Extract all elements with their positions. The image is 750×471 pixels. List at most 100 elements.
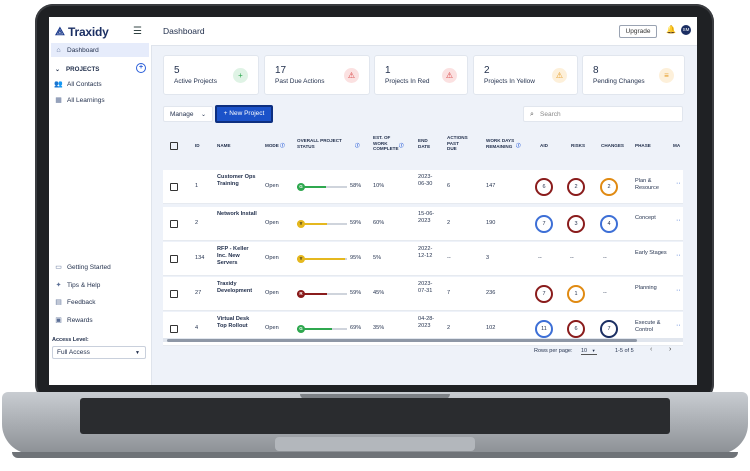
sidebar-item-tips-help[interactable]: ✦ Tips & Help [51, 278, 149, 292]
col-phase[interactable]: PHASE [635, 143, 651, 149]
table-row[interactable]: 2 Network Install Open Y 59% 60% 15-06-2023 2 19… [163, 207, 683, 241]
sidebar-item-feedback[interactable]: ▤ Feedback [51, 295, 149, 309]
upgrade-button[interactable]: Upgrade [619, 25, 657, 38]
sidebar-item-dashboard[interactable]: ⌂ Dashboard [51, 43, 149, 57]
access-level-value: Full Access [57, 349, 90, 356]
more-options-icon[interactable]: ·· [676, 322, 681, 329]
summary-card-pending-changes[interactable]: 8 Pending Changes ≡ [582, 55, 685, 95]
tips-icon: ✦ [55, 282, 62, 289]
col-aid[interactable]: AID [540, 143, 548, 149]
row-checkbox[interactable] [170, 183, 178, 191]
row-checkbox[interactable] [170, 255, 178, 263]
caret-down-icon: ▼ [591, 348, 596, 353]
changes-ring[interactable]: 4 [600, 215, 618, 233]
sidebar-projects-header[interactable]: ⌄ PROJECTS + [53, 63, 149, 75]
status-indicator: R [297, 290, 305, 298]
risks-ring[interactable]: 3 [567, 215, 585, 233]
summary-card-projects-yellow[interactable]: 2 Projects In Yellow ⚠ [473, 55, 578, 95]
col-work-days[interactable]: WORK DAYS REMAINING [486, 138, 520, 149]
horizontal-scrollbar[interactable] [163, 338, 683, 342]
more-options-icon[interactable]: ·· [676, 217, 681, 224]
next-page-icon[interactable]: › [669, 346, 671, 353]
risks-ring[interactable]: 2 [567, 178, 585, 196]
col-mode[interactable]: MODE ⓘ [265, 143, 285, 149]
project-name-link[interactable]: Customer Ops Training [217, 174, 259, 188]
risks-ring[interactable]: 1 [567, 285, 585, 303]
access-level-select[interactable]: Full Access ▼ [52, 346, 146, 359]
col-actions-past-due[interactable]: ACTIONS PAST DUE [447, 135, 469, 152]
sidebar-item-label: Dashboard [67, 46, 99, 54]
col-risks[interactable]: RISKS [571, 143, 585, 149]
hamburger-menu-icon[interactable]: ☰ [133, 26, 142, 37]
changes-ring[interactable]: 7 [600, 320, 618, 338]
project-name-link[interactable]: RFP - Keller Inc. New Servers [217, 246, 259, 267]
risks-count: -- [570, 255, 574, 261]
new-project-button[interactable]: + New Project [215, 105, 273, 123]
project-name-link[interactable]: Virtual Desk Top Rollout [217, 316, 259, 330]
card-number: 17 [275, 65, 287, 76]
contacts-icon: 👥 [54, 81, 63, 88]
project-name-link[interactable]: Traxidy Development [217, 281, 259, 295]
pagination-range: 1-5 of 5 [615, 348, 634, 354]
table-row[interactable]: 27 Traxidy Development Open R 59% 45% 2023-07-… [163, 277, 683, 311]
summary-card-past-due[interactable]: 17 Past Due Actions ⚠ [264, 55, 370, 95]
card-number: 8 [593, 65, 599, 76]
col-id[interactable]: ID [195, 143, 200, 149]
card-number: 5 [174, 65, 180, 76]
risks-ring[interactable]: 6 [567, 320, 585, 338]
sidebar-item-all-learnings[interactable]: ▦ All Learnings [51, 93, 149, 107]
card-label: Pending Changes [593, 78, 645, 85]
aid-ring[interactable]: 11 [535, 320, 553, 338]
sidebar-item-all-contacts[interactable]: 👥 All Contacts [51, 77, 149, 91]
select-all-checkbox[interactable] [170, 142, 178, 150]
row-checkbox[interactable] [170, 325, 178, 333]
more-options-icon[interactable]: ·· [676, 252, 681, 259]
work-days-remaining: 147 [486, 183, 496, 189]
more-options-icon[interactable]: ·· [676, 287, 681, 294]
sidebar-item-label: All Learnings [67, 96, 105, 104]
info-icon[interactable]: ⓘ [516, 143, 521, 149]
add-project-icon[interactable]: + [136, 63, 146, 73]
home-icon: ⌂ [56, 46, 61, 54]
row-id: 1 [195, 183, 199, 189]
table-row[interactable]: 1 Customer Ops Training Open G 58% 10% 2023-06… [163, 170, 683, 204]
col-end-date[interactable]: END DATE [418, 138, 436, 149]
row-checkbox[interactable] [170, 290, 178, 298]
table-row[interactable]: 134 RFP - Keller Inc. New Servers Open Y 95%… [163, 242, 683, 276]
access-level-label: Access Level: [52, 337, 89, 343]
col-changes[interactable]: CHANGES [601, 143, 624, 149]
aid-ring[interactable]: 6 [535, 178, 553, 196]
bell-icon[interactable]: 🔔 [666, 25, 676, 34]
more-options-icon[interactable]: ·· [676, 180, 681, 187]
sidebar-item-rewards[interactable]: ▣ Rewards [51, 313, 149, 327]
card-label: Projects In Red [385, 78, 430, 85]
sidebar-item-getting-started[interactable]: ▭ Getting Started [51, 260, 149, 274]
logo[interactable]: ⟁ Traxidy [55, 25, 109, 39]
work-days-remaining: 102 [486, 325, 496, 331]
avatar[interactable]: SM [681, 25, 691, 35]
search-input[interactable]: ⌕ Search [523, 106, 683, 122]
changes-ring[interactable]: 2 [600, 178, 618, 196]
rows-per-page-select[interactable]: 10 ▼ [581, 348, 597, 355]
caret-down-icon: ▼ [135, 349, 140, 356]
projects-label: PROJECTS [66, 65, 100, 73]
info-icon[interactable]: ⓘ [399, 143, 404, 149]
col-more[interactable]: MA [673, 143, 680, 149]
col-status[interactable]: OVERALL PROJECT STATUS [297, 138, 343, 149]
summary-card-active-projects[interactable]: 5 Active Projects + [163, 55, 259, 95]
traxidy-logo-icon: ⟁ [55, 26, 65, 38]
aid-ring[interactable]: 7 [535, 285, 553, 303]
summary-card-projects-red[interactable]: 1 Projects In Red ⚠ [374, 55, 468, 95]
col-name[interactable]: NAME [217, 143, 231, 149]
info-icon[interactable]: ⓘ [280, 143, 285, 148]
est-work-complete: 45% [373, 290, 385, 296]
info-icon[interactable]: ⓘ [355, 143, 360, 149]
project-name-link[interactable]: Network Install [217, 211, 259, 218]
manage-dropdown[interactable]: Manage ⌄ [163, 106, 213, 122]
aid-ring[interactable]: 7 [535, 215, 553, 233]
row-checkbox[interactable] [170, 220, 178, 228]
actions-past-due: 6 [447, 183, 451, 189]
scrollbar-thumb[interactable] [167, 338, 637, 342]
prev-page-icon[interactable]: ‹ [650, 346, 652, 353]
row-phase: Plan & Resource [635, 178, 659, 191]
